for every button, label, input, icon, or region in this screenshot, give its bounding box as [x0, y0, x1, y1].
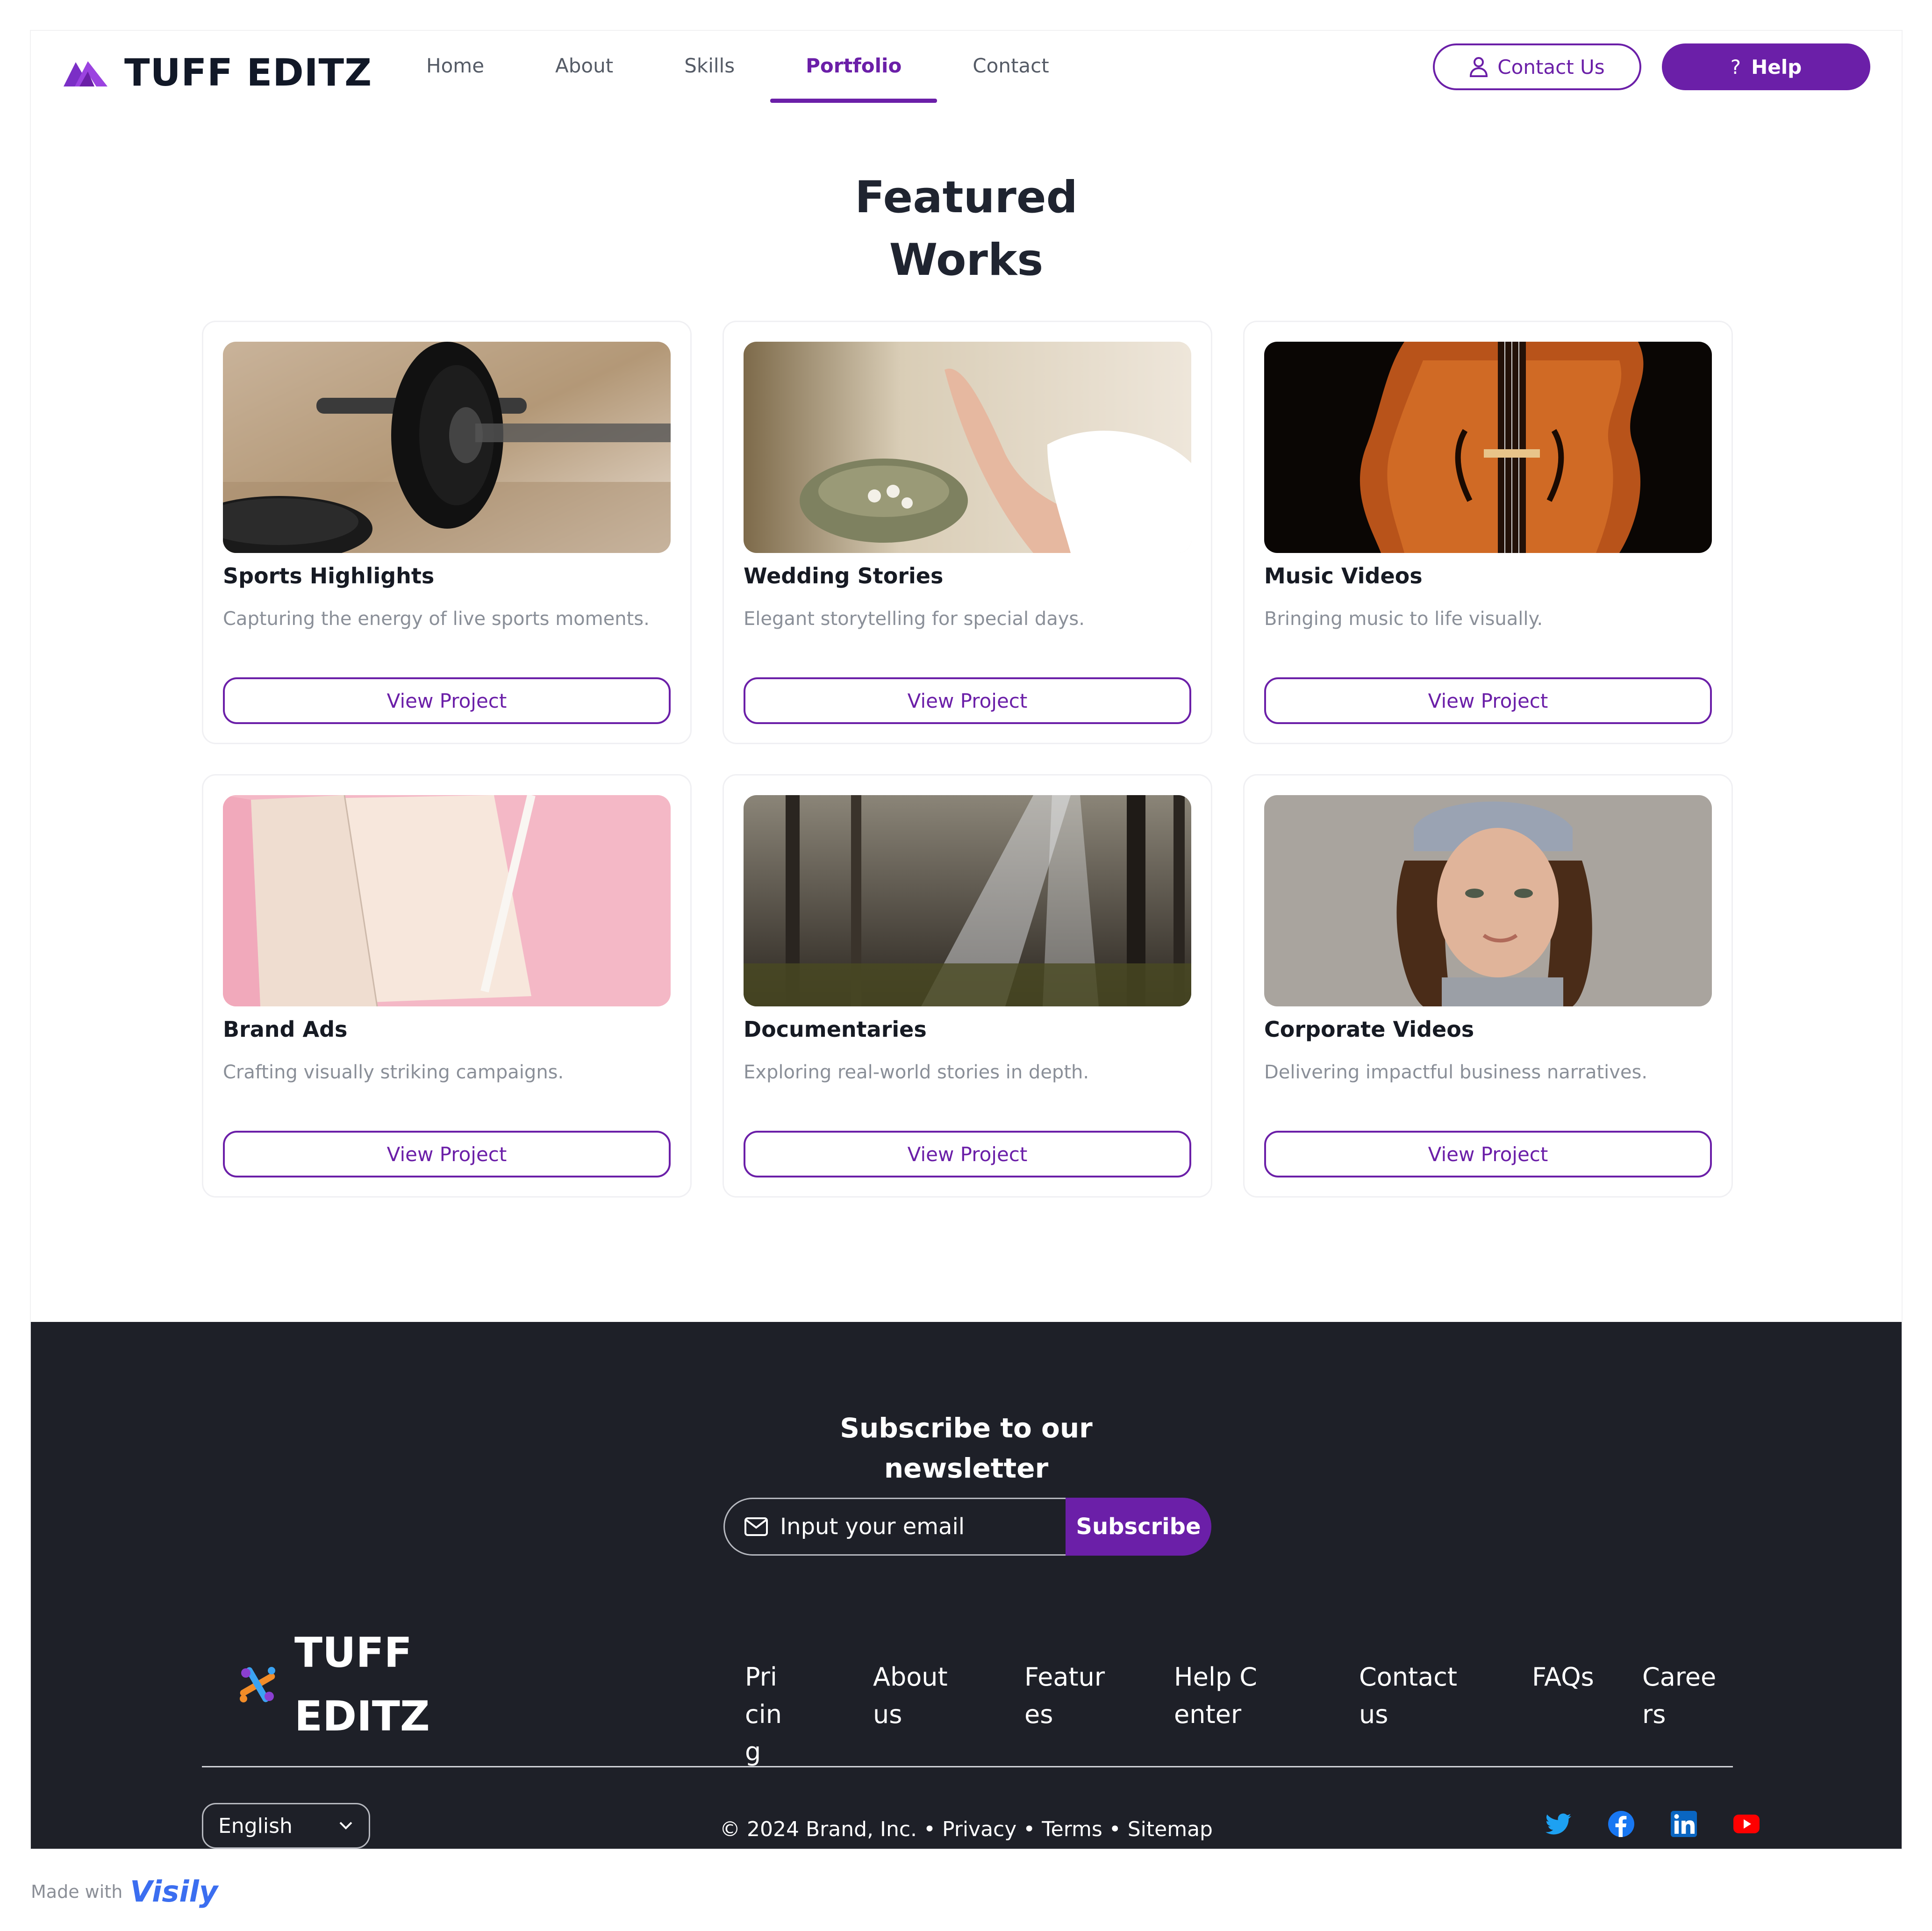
footer-link-careers[interactable]: Careers	[1642, 1658, 1726, 1733]
footer-link-features[interactable]: Features	[1024, 1658, 1118, 1733]
top-navbar: TUFF EDITZ Home About Skills Portfolio C…	[31, 31, 1902, 134]
contact-us-label: Contact Us	[1497, 55, 1605, 79]
footer-link-pricing[interactable]: Pricing	[745, 1658, 790, 1771]
documentary-image	[744, 795, 1191, 1006]
footer-brand-name: TUFF EDITZ	[294, 1621, 444, 1748]
card-description: Capturing the energy of live sports mome…	[223, 608, 650, 630]
contact-us-button[interactable]: Contact Us	[1433, 43, 1641, 90]
view-project-button[interactable]: View Project	[223, 677, 671, 724]
footer-link-contact[interactable]: Contact us	[1359, 1658, 1467, 1733]
card-description: Elegant storytelling for special days.	[744, 608, 1085, 630]
section-title-line2: Works	[889, 235, 1044, 286]
music-image	[1264, 342, 1712, 553]
footer-link-faqs[interactable]: FAQs	[1532, 1658, 1616, 1696]
portfolio-card: Sports Highlights Capturing the energy o…	[202, 321, 692, 744]
mail-icon	[744, 1517, 768, 1536]
nav-link-skills[interactable]: Skills	[649, 31, 770, 101]
nav-link-contact[interactable]: Contact	[937, 31, 1084, 101]
view-project-button[interactable]: View Project	[1264, 677, 1712, 724]
newsletter-title-line2: newsletter	[884, 1452, 1049, 1484]
terms-link[interactable]: Terms	[1042, 1817, 1102, 1841]
footer-divider	[202, 1766, 1733, 1767]
card-description: Crafting visually striking campaigns.	[223, 1062, 564, 1083]
facebook-icon[interactable]	[1608, 1810, 1635, 1838]
nav-link-home[interactable]: Home	[391, 31, 520, 101]
footer-link-about[interactable]: About us	[873, 1658, 952, 1733]
footer-brand-line2: EDITZ	[294, 1692, 430, 1740]
brand-logo-icon	[64, 61, 107, 86]
footer-logo-icon	[240, 1667, 275, 1702]
portfolio-card: Corporate Videos Delivering impactful bu…	[1243, 774, 1733, 1198]
card-title: Sports Highlights	[223, 563, 435, 589]
twitter-icon[interactable]	[1545, 1810, 1572, 1838]
sports-image	[223, 342, 671, 553]
newsletter-title-line1: Subscribe to our	[840, 1412, 1093, 1444]
help-label: Help	[1751, 55, 1802, 79]
social-links	[1545, 1810, 1796, 1838]
email-placeholder: Input your email	[780, 1514, 965, 1540]
help-button[interactable]: ? Help	[1662, 43, 1870, 90]
question-icon: ?	[1730, 55, 1741, 79]
linkedin-icon[interactable]	[1670, 1810, 1697, 1838]
brand-name: TUFF EDITZ	[124, 50, 372, 94]
email-input[interactable]: Input your email	[723, 1498, 1066, 1556]
made-with-badge[interactable]: Made with Visily	[31, 1874, 218, 1909]
view-project-button[interactable]: View Project	[1264, 1131, 1712, 1177]
nav-link-portfolio[interactable]: Portfolio	[770, 31, 937, 103]
corporate-image	[1264, 795, 1712, 1006]
page: TUFF EDITZ Home About Skills Portfolio C…	[31, 31, 1902, 1849]
sitemap-link[interactable]: Sitemap	[1128, 1817, 1213, 1841]
footer-brand[interactable]: TUFF EDITZ	[227, 1621, 444, 1748]
nav-link-about[interactable]: About	[520, 31, 649, 101]
card-title: Corporate Videos	[1264, 1017, 1474, 1042]
card-description: Delivering impactful business narratives…	[1264, 1062, 1648, 1083]
copyright-text: © 2024 Brand, Inc.	[720, 1817, 917, 1841]
portfolio-card: Wedding Stories Elegant storytelling for…	[723, 321, 1212, 744]
newsletter-title: Subscribe to our newsletter	[31, 1408, 1902, 1488]
footer: Subscribe to our newsletter Input your e…	[31, 1322, 1902, 1849]
portfolio-card: Music Videos Bringing music to life visu…	[1243, 321, 1733, 744]
newsletter-form: Input your email Subscribe	[723, 1498, 1211, 1556]
nav-links: Home About Skills Portfolio Contact	[391, 31, 1085, 103]
card-description: Bringing music to life visually.	[1264, 608, 1543, 630]
card-title: Music Videos	[1264, 563, 1423, 589]
visily-logo: Visily	[130, 1874, 218, 1909]
card-title: Documentaries	[744, 1017, 927, 1042]
section-title: Featured Works	[31, 166, 1902, 292]
card-title: Wedding Stories	[744, 563, 944, 589]
portfolio-card: Brand Ads Crafting visually striking cam…	[202, 774, 692, 1198]
section-title-line1: Featured	[855, 172, 1078, 223]
youtube-icon[interactable]	[1733, 1810, 1760, 1838]
view-project-button[interactable]: View Project	[223, 1131, 671, 1177]
subscribe-button[interactable]: Subscribe	[1066, 1498, 1211, 1556]
brand-ads-image	[223, 795, 671, 1006]
privacy-link[interactable]: Privacy	[942, 1817, 1016, 1841]
card-description: Exploring real-world stories in depth.	[744, 1062, 1089, 1083]
brand[interactable]: TUFF EDITZ	[64, 47, 372, 98]
view-project-button[interactable]: View Project	[744, 1131, 1191, 1177]
footer-link-help-center[interactable]: Help Center	[1174, 1658, 1267, 1733]
wedding-image	[744, 342, 1191, 553]
user-icon	[1470, 57, 1488, 77]
view-project-button[interactable]: View Project	[744, 677, 1191, 724]
made-with-prefix: Made with	[31, 1881, 123, 1902]
card-title: Brand Ads	[223, 1017, 348, 1042]
portfolio-card: Documentaries Exploring real-world stori…	[723, 774, 1212, 1198]
footer-brand-line1: TUFF	[294, 1629, 412, 1677]
